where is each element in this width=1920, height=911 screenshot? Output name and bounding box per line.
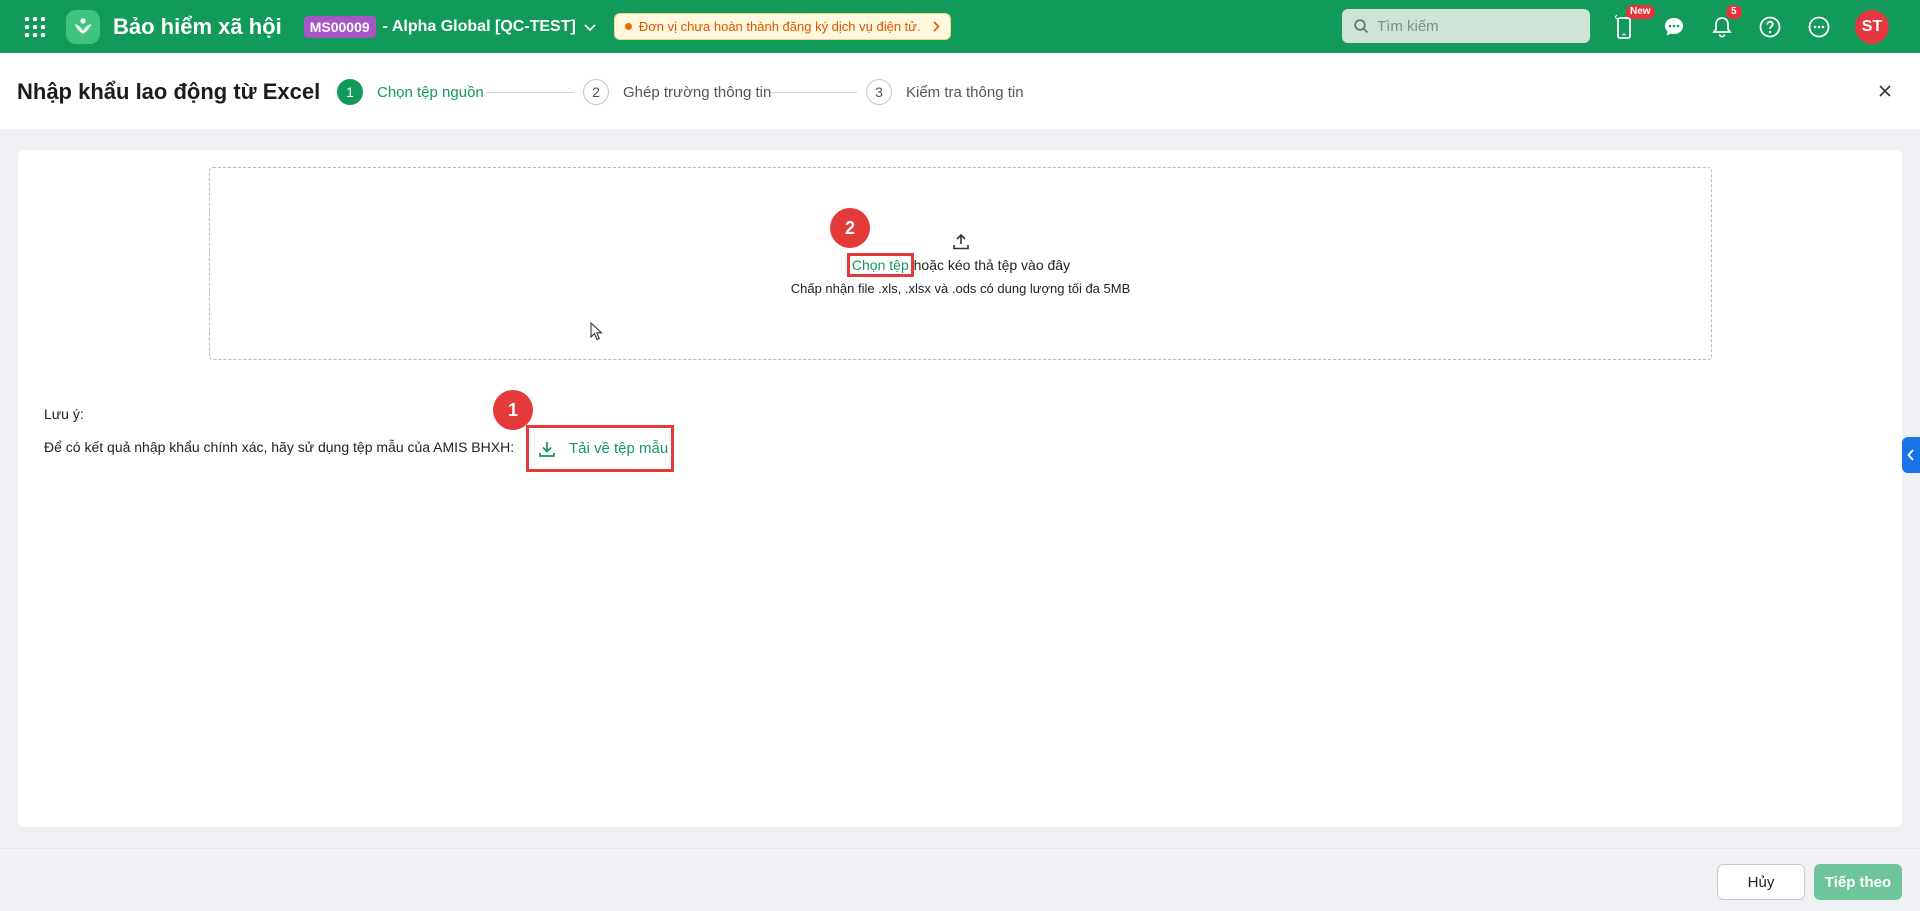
chat-bubble-icon: [1665, 18, 1683, 36]
download-template-label: Tải về tệp mẫu: [569, 440, 669, 457]
search-box[interactable]: [1342, 9, 1590, 43]
step-number: 1: [337, 79, 363, 105]
choose-file-link[interactable]: Chọn tệp: [846, 253, 914, 277]
registration-notice[interactable]: Đơn vị chưa hoàn thành đăng ký dịch vụ đ…: [613, 13, 951, 40]
new-badge: New: [1626, 5, 1655, 19]
step-number: 3: [866, 79, 892, 105]
upload-icon: [953, 233, 969, 250]
file-dropzone[interactable]: Chọn tệp hoặc kéo thả tệp vào đây Chấp n…: [209, 167, 1712, 360]
page-title: Nhập khẩu lao động từ Excel: [17, 79, 321, 104]
side-panel-toggle[interactable]: [1902, 437, 1920, 473]
step-label: Chọn tệp nguồn: [377, 83, 484, 101]
app-logo-icon: [66, 9, 100, 44]
more-dots-icon: [1808, 16, 1830, 38]
note-title: Lưu ý:: [44, 406, 84, 422]
more-button[interactable]: [1802, 10, 1836, 44]
step-label: Kiểm tra thông tin: [906, 83, 1024, 101]
chevron-right-icon: [933, 21, 940, 32]
notifications-button[interactable]: 5: [1705, 5, 1742, 44]
footer-bar: Hủy Tiếp theo: [0, 848, 1920, 911]
mobile-app-button[interactable]: New: [1607, 5, 1655, 44]
step-label: Ghép trường thông tin: [623, 83, 772, 101]
help-circle-icon: [1759, 16, 1781, 38]
notice-text: Đơn vị chưa hoàn thành đăng ký dịch vụ đ…: [638, 19, 921, 34]
user-avatar[interactable]: ST: [1855, 10, 1889, 44]
dropzone-instruction: Chọn tệp hoặc kéo thả tệp vào đây: [210, 253, 1711, 277]
step-marker-1: 1: [493, 390, 533, 430]
step-marker-2: 2: [830, 208, 870, 248]
content-card: Chọn tệp hoặc kéo thả tệp vào đây Chấp n…: [18, 150, 1902, 827]
page-header: Nhập khẩu lao động từ Excel 1 Chọn tệp n…: [0, 53, 1920, 129]
search-icon: [1354, 18, 1369, 33]
step-number: 2: [583, 79, 609, 105]
drag-drop-text: hoặc kéo thả tệp vào đây: [909, 257, 1071, 273]
download-icon: [539, 441, 555, 457]
mouse-cursor-icon: [590, 322, 603, 341]
step-choose-source: 1 Chọn tệp nguồn: [337, 79, 484, 105]
warning-dot-icon: [624, 23, 632, 30]
close-icon: [1879, 85, 1891, 97]
app-launcher-icon[interactable]: [23, 15, 47, 39]
chevron-down-icon[interactable]: [584, 23, 596, 32]
org-name[interactable]: - Alpha Global [QC-TEST]: [383, 18, 576, 36]
next-button[interactable]: Tiếp theo: [1814, 864, 1902, 900]
accepted-formats-text: Chấp nhận file .xls, .xlsx và .ods có du…: [790, 281, 1131, 296]
search-input[interactable]: [1377, 17, 1577, 35]
download-template-button[interactable]: Tải về tệp mẫu: [526, 425, 674, 472]
top-bar: Bảo hiểm xã hội MS00009 - Alpha Global […: [0, 0, 1920, 53]
app-title: Bảo hiểm xã hội: [113, 13, 282, 39]
step-check-info: 3 Kiểm tra thông tin: [866, 79, 1024, 105]
org-code-badge[interactable]: MS00009: [303, 15, 376, 38]
note-text: Để có kết quả nhập khẩu chính xác, hãy s…: [44, 439, 515, 455]
notification-count-badge: 5: [1726, 5, 1742, 19]
help-button[interactable]: [1753, 10, 1787, 44]
step-connector: [486, 92, 574, 93]
chevron-left-icon: [1907, 449, 1914, 461]
step-connector: [771, 92, 857, 93]
cancel-button[interactable]: Hủy: [1717, 864, 1805, 900]
chat-button[interactable]: [1657, 10, 1691, 44]
close-button[interactable]: [1874, 80, 1896, 102]
step-map-fields: 2 Ghép trường thông tin: [583, 79, 771, 105]
